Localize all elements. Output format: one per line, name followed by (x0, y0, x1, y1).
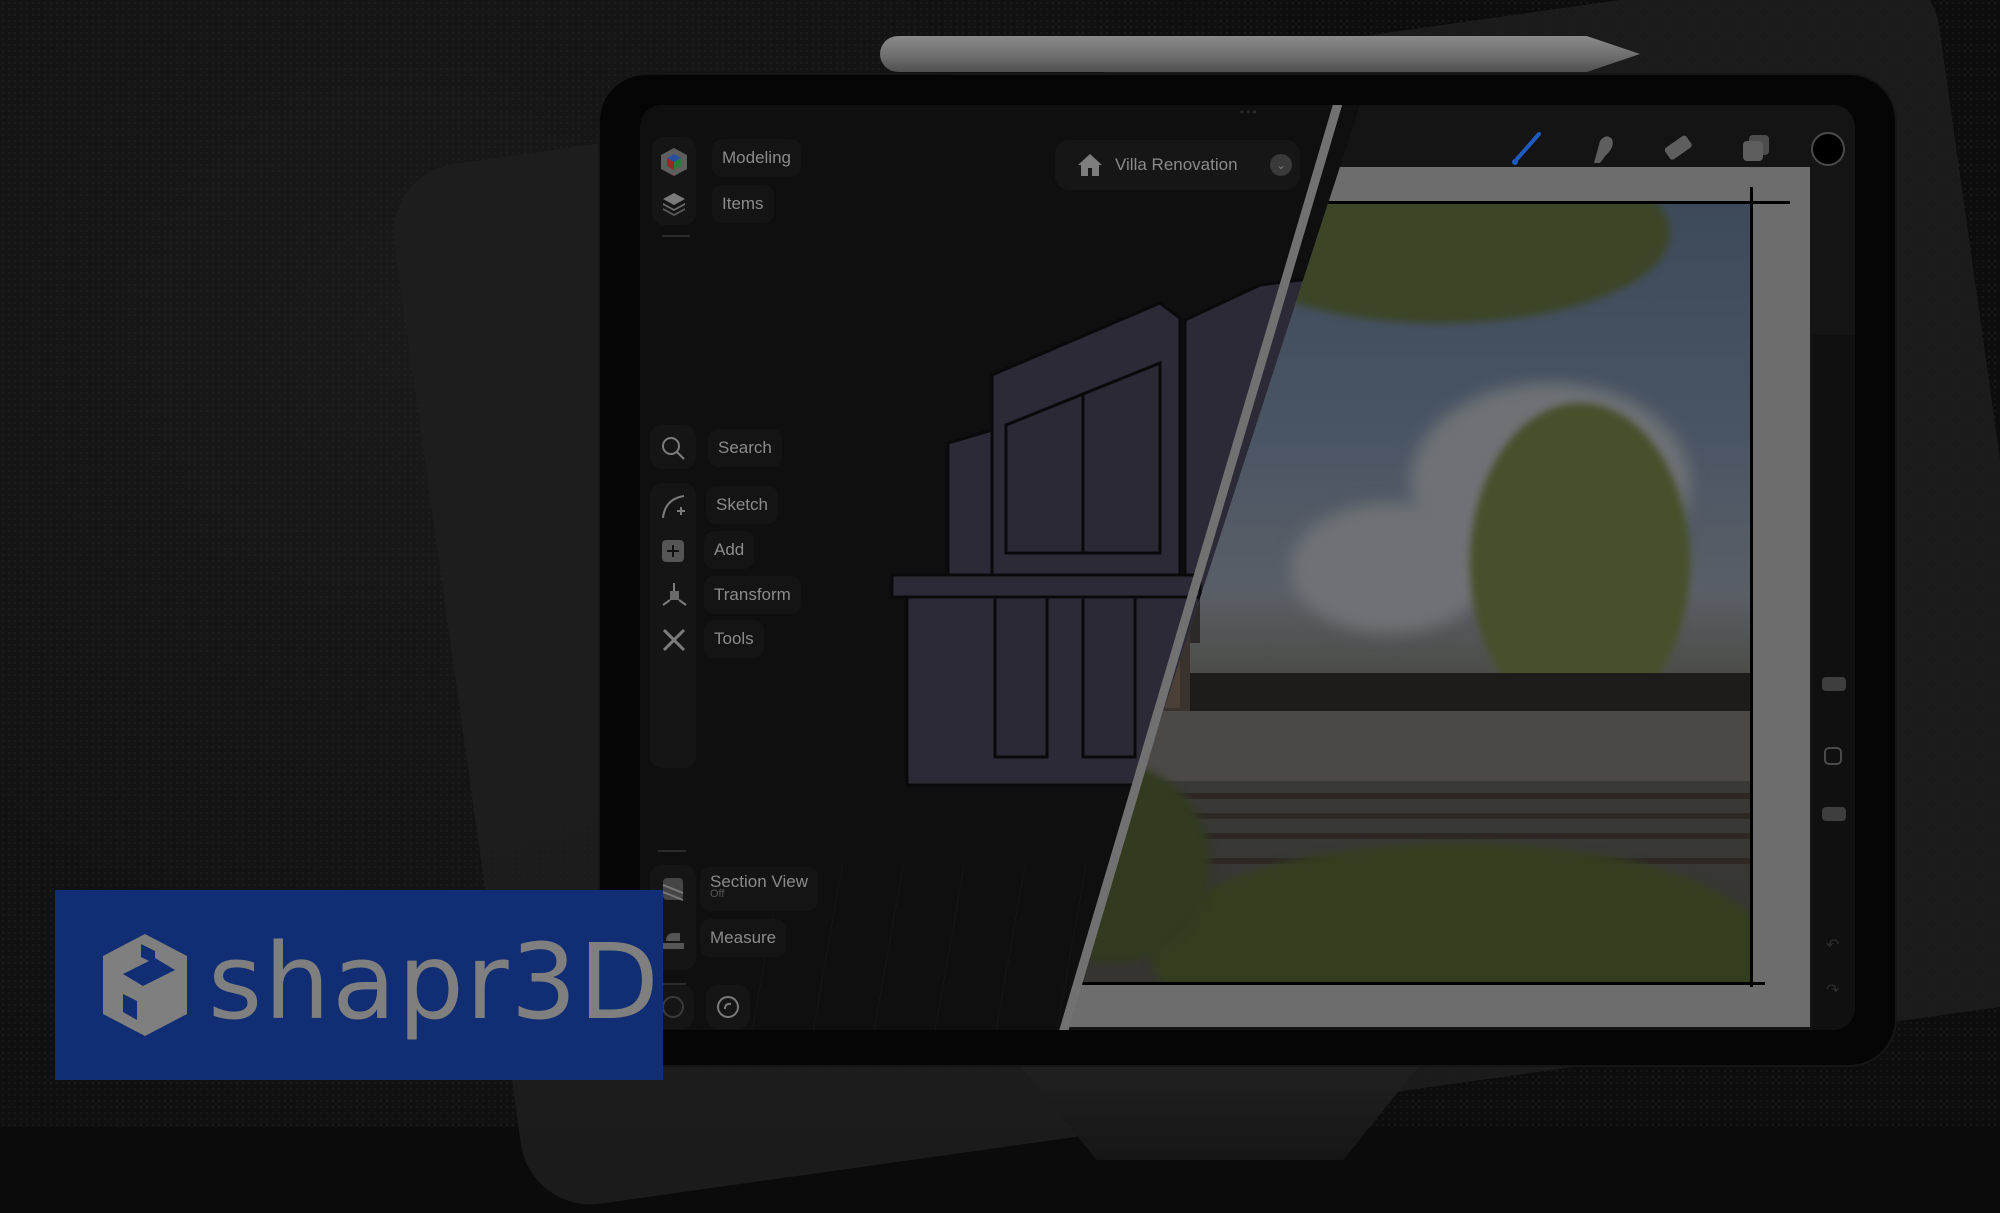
sidebar-item-measure[interactable]: Measure (700, 919, 787, 957)
shapr3d-logo-icon (103, 934, 187, 1036)
add-square-icon[interactable] (661, 539, 687, 565)
eraser-icon (1664, 135, 1692, 160)
sidebar-item-add[interactable]: Add (704, 531, 755, 569)
section-view-label: Section View (710, 872, 808, 891)
tools-icon[interactable] (660, 626, 688, 654)
sketch-arc-icon[interactable] (660, 493, 688, 521)
sidebar-item-modeling[interactable]: Modeling (712, 139, 801, 177)
sidebar-item-search[interactable]: Search (708, 429, 782, 467)
side-rail: ↶ ↷ (1812, 335, 1855, 1030)
project-title: Villa Renovation (1115, 155, 1238, 174)
sidebar-item-section-view[interactable]: Section View Off (700, 867, 818, 911)
house-door-right (1081, 595, 1137, 759)
color-swatch-icon (1811, 132, 1845, 166)
layers-stack-icon (1743, 135, 1769, 161)
house-door-left (993, 595, 1049, 759)
frame-line-bottom (1060, 982, 1765, 985)
modify-square-button[interactable] (1824, 747, 1842, 765)
smudge-button[interactable] (1582, 129, 1622, 169)
app-screen: ↶ ↷ ••• Villa Renovation ⌄ Modeling Item… (640, 105, 1855, 1030)
redo-icon (717, 996, 739, 1018)
layers-icon[interactable] (661, 191, 687, 217)
chevron-down-icon[interactable]: ⌄ (1270, 154, 1292, 176)
stylus-pencil (880, 36, 1640, 72)
redo-icon[interactable]: ↷ (1826, 980, 1839, 1000)
sidebar-item-tools[interactable]: Tools (704, 620, 764, 658)
brush-icon (1512, 132, 1541, 165)
shapr3d-wordmark: shapr3D (208, 921, 661, 1043)
measure-icon[interactable] (660, 927, 686, 953)
brush-button[interactable] (1507, 129, 1547, 169)
project-title-bar[interactable]: Villa Renovation ⌄ (1055, 140, 1300, 190)
sidebar-item-items[interactable]: Items (712, 185, 774, 223)
sidebar-item-transform[interactable]: Transform (704, 576, 801, 614)
transform-icon[interactable] (660, 581, 688, 609)
brush-size-slider[interactable] (1822, 677, 1846, 691)
sidebar-item-sketch[interactable]: Sketch (706, 486, 778, 524)
sidebar-divider (658, 850, 686, 852)
frame-line-right (1750, 187, 1753, 987)
window-grabber[interactable]: ••• (1240, 105, 1259, 119)
search-icon (662, 437, 685, 460)
color-button[interactable] (1808, 129, 1848, 169)
layers-button[interactable] (1735, 129, 1775, 169)
undo-icon[interactable]: ↶ (1826, 935, 1839, 955)
house-icon[interactable] (1077, 153, 1103, 177)
modeling-cube-icon[interactable] (660, 147, 688, 177)
eraser-button[interactable] (1658, 129, 1698, 169)
opacity-slider[interactable] (1822, 807, 1846, 821)
sidebar-divider (662, 235, 690, 237)
house-upper-slab (890, 573, 1202, 599)
undo-icon (662, 996, 684, 1018)
shapr3d-logo-banner: shapr3D (55, 890, 663, 1080)
smudge-icon (1594, 136, 1613, 163)
section-view-icon[interactable] (660, 875, 686, 903)
